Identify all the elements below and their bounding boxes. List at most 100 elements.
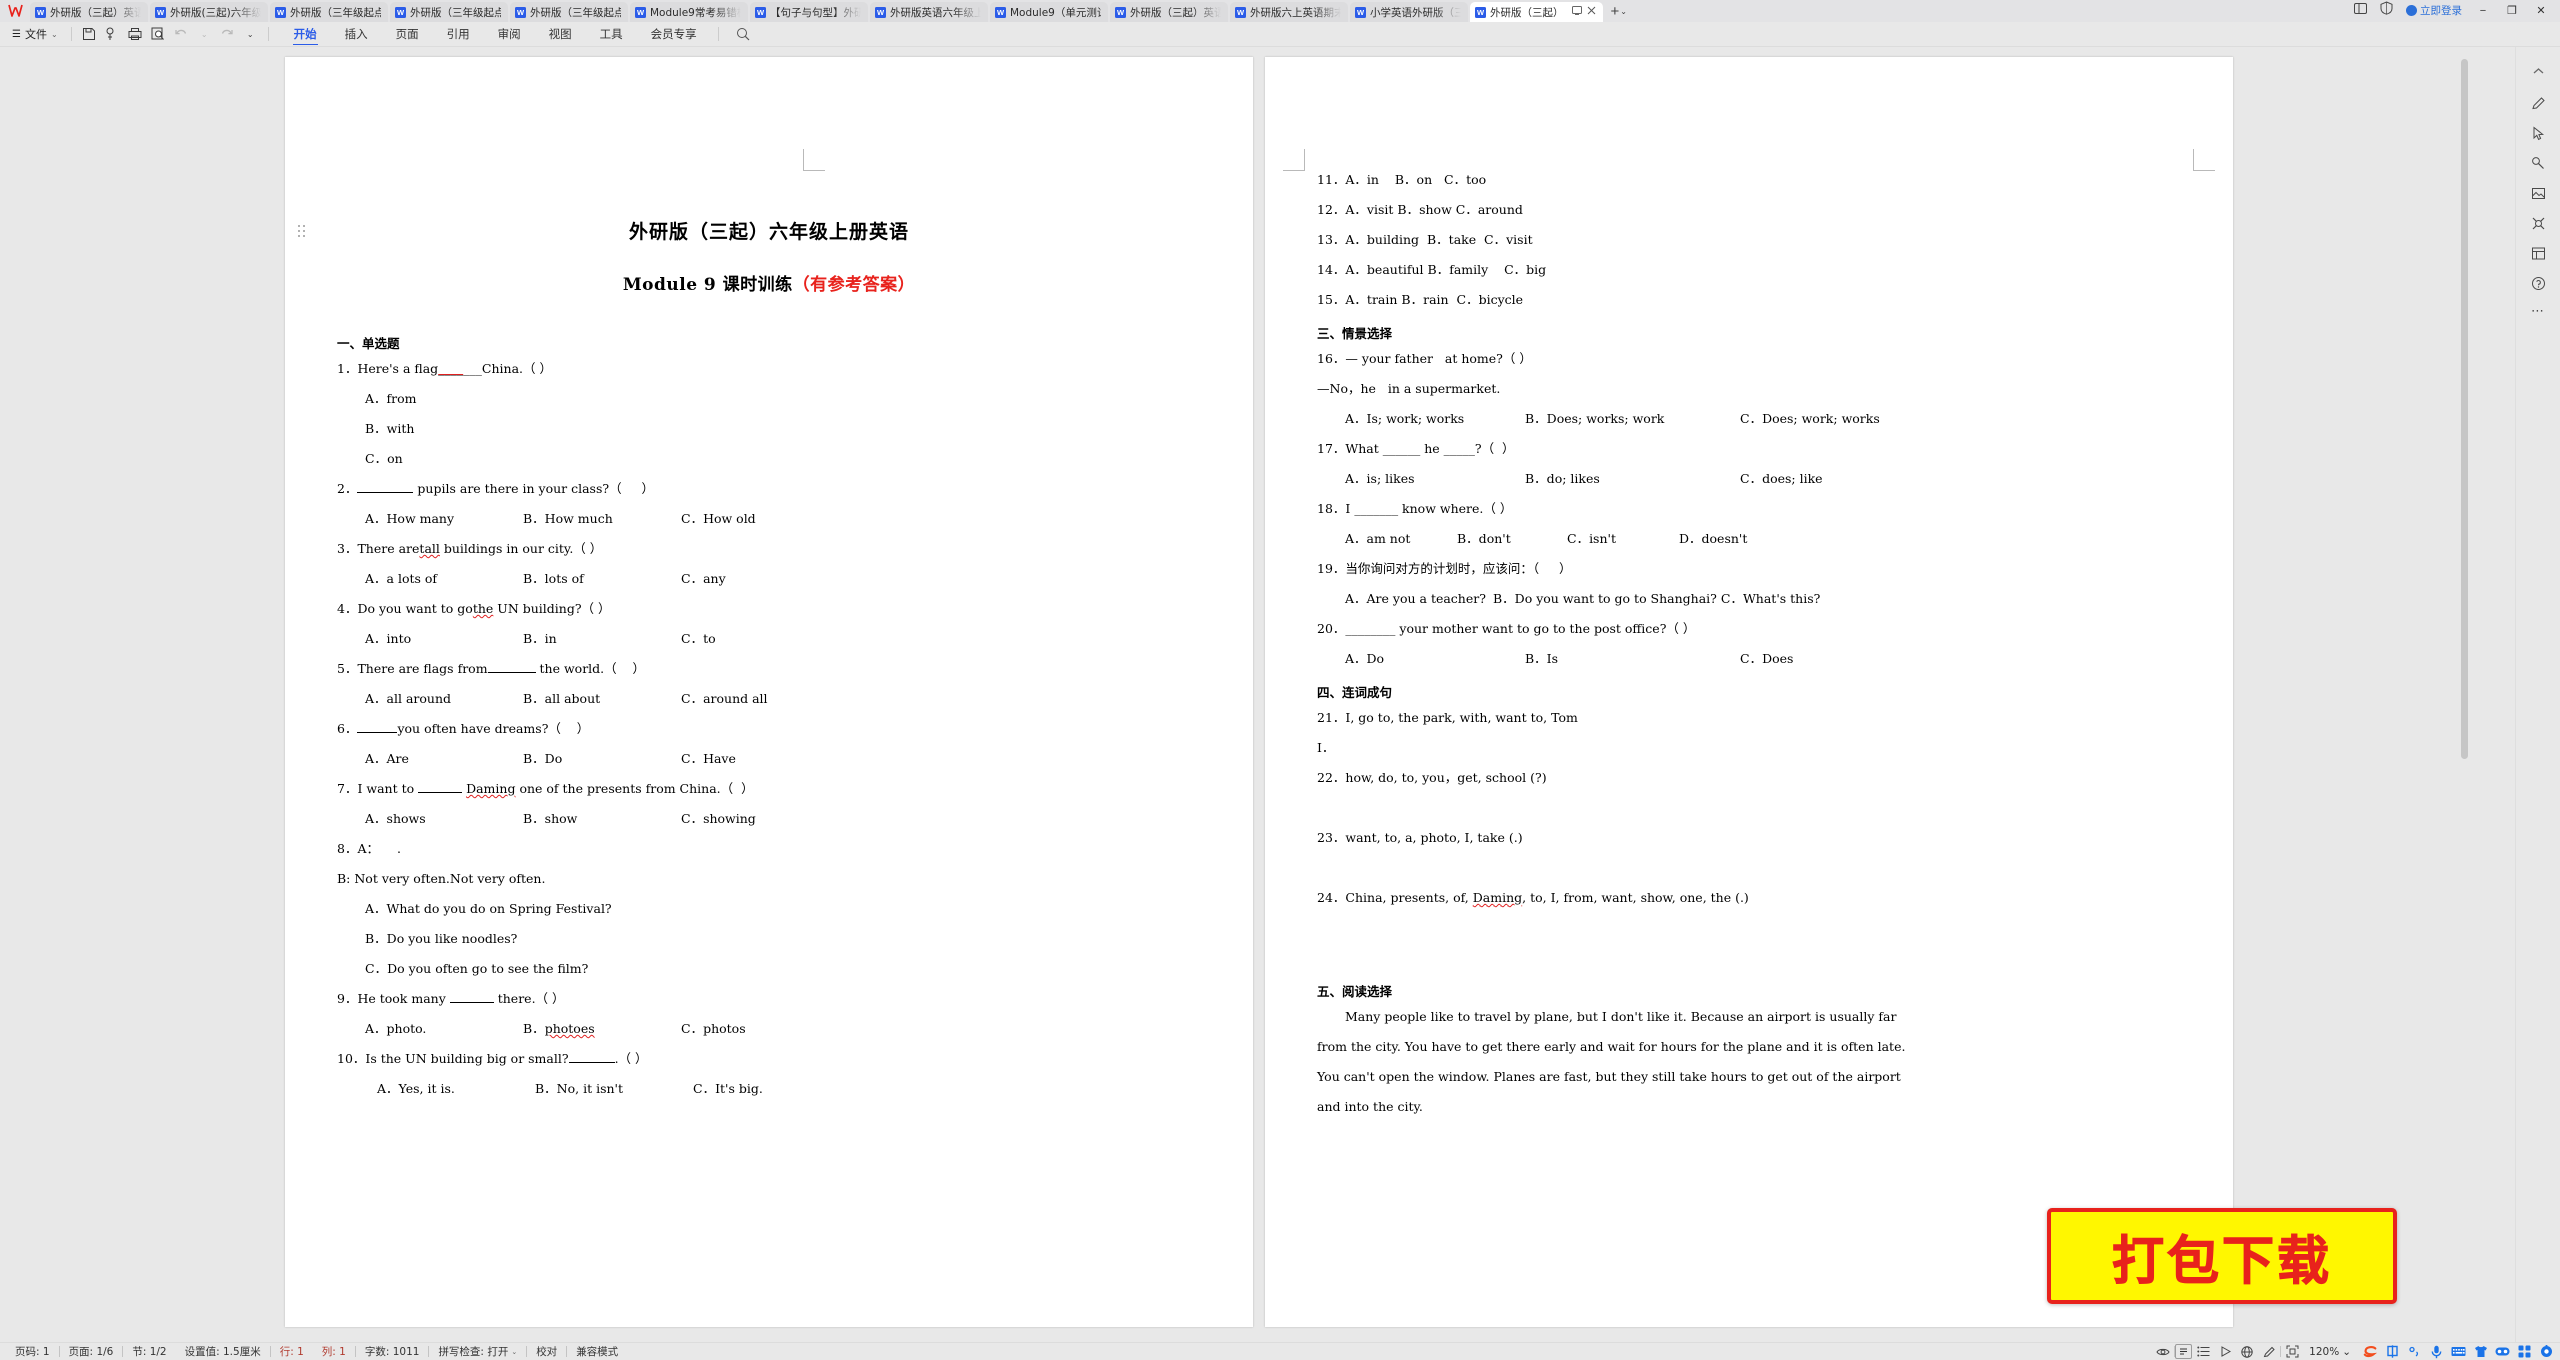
tab-label: 外研版(三起)六年级英 [170, 6, 261, 19]
tab-label: 外研版（三起） [1490, 6, 1564, 19]
document-tab[interactable]: W 外研版（三起）英语六 [30, 2, 148, 22]
option-row: A．all around B．all about C．around all [365, 691, 768, 706]
ribbon-tab-reference[interactable]: 引用 [433, 22, 484, 46]
question-4: 4．Do you want to gothe UN building?（ ） [337, 601, 611, 616]
document-tab[interactable]: W 外研版(三起)六年级英 [150, 2, 268, 22]
document-page-1[interactable]: 外研版（三起）六年级上册英语 Module 9 课时训练（有参考答案） 一、单选… [285, 57, 1253, 1327]
zoom-dropdown-icon[interactable]: ⌄ [2342, 1346, 2357, 1358]
ribbon-tab-page[interactable]: 页面 [382, 22, 433, 46]
maximize-button[interactable]: ❐ [2504, 4, 2520, 17]
vertical-scrollbar[interactable] [2460, 59, 2469, 1329]
ribbon-tab-view[interactable]: 视图 [535, 22, 586, 46]
document-page-2[interactable]: 11．A．in B．on C．too 12．A．visit B．show C．a… [1265, 57, 2233, 1327]
redo-icon[interactable] [217, 25, 238, 44]
status-line[interactable]: 行: 1 [271, 1344, 313, 1359]
cursor-select-icon[interactable] [2523, 119, 2553, 147]
status-compatibility-mode[interactable]: 兼容模式 [567, 1344, 627, 1359]
document-tab[interactable]: W 【句子与句型】外研版 [750, 2, 868, 22]
chart-icon[interactable] [2523, 239, 2553, 267]
save-icon[interactable] [79, 25, 100, 44]
page-drag-handle[interactable] [298, 225, 308, 239]
help-icon[interactable] [2523, 269, 2553, 297]
new-tab-button[interactable]: + ⌄ [1605, 3, 1631, 22]
document-tab[interactable]: W 外研版（三年级起点） [270, 2, 388, 22]
document-tab[interactable]: W Module9（单元测试） [990, 2, 1108, 22]
chinese-input-icon[interactable] [2385, 1344, 2400, 1359]
option-row: A．Yes, it is. B．No, it isn't C．It's big. [377, 1081, 763, 1096]
print-icon[interactable] [125, 25, 146, 44]
status-section[interactable]: 节: 1/2 [123, 1344, 175, 1359]
minimize-button[interactable]: − [2475, 5, 2491, 17]
option-row: A．How many B．How much C．How old [365, 511, 756, 526]
ribbon-tab-vip[interactable]: 会员专享 [637, 22, 711, 46]
tab-cast-icon[interactable] [1571, 6, 1582, 18]
document-tab-active[interactable]: W 外研版（三起） [1470, 2, 1603, 22]
document-tab[interactable]: W 外研版（三年级起点） [510, 2, 628, 22]
download-stamp-overlay[interactable]: 打包下载 [2047, 1208, 2397, 1304]
undo-icon[interactable] [171, 25, 192, 44]
outline-view-icon[interactable] [2192, 1343, 2214, 1360]
tshirt-icon[interactable] [2473, 1344, 2488, 1359]
punctuation-icon[interactable] [2407, 1344, 2422, 1359]
crop-mark [803, 149, 825, 171]
document-tab[interactable]: W Module9常考易错检测 [630, 2, 748, 22]
status-column[interactable]: 列: 1 [313, 1344, 355, 1359]
question-6: 6． you often have dreams?（ ） [337, 721, 590, 736]
zoom-level[interactable]: 120% [2303, 1346, 2342, 1358]
split-view-icon[interactable] [2354, 2, 2367, 20]
divider [70, 27, 72, 41]
more-dropdown-icon[interactable]: ⌄ [240, 25, 261, 44]
status-spellcheck[interactable]: 拼写检查: 打开 ⌄ [429, 1344, 526, 1359]
document-tab[interactable]: W 外研版六上英语期末复 [1230, 2, 1348, 22]
document-tab[interactable]: W 外研版英语六年级上册 [870, 2, 988, 22]
shapes-icon[interactable] [2523, 209, 2553, 237]
close-button[interactable]: ✕ [2533, 4, 2549, 17]
file-menu-button[interactable]: ☰ 文件 ⌄ [6, 26, 64, 42]
ribbon-tab-tools[interactable]: 工具 [586, 22, 637, 46]
eye-icon[interactable] [2152, 1343, 2174, 1360]
rail-more-button[interactable]: ⋯ [2531, 303, 2545, 319]
crop-mark [1283, 149, 1305, 171]
highlight-icon[interactable] [2523, 149, 2553, 177]
document-tab[interactable]: W 外研版（三年级起点） [390, 2, 508, 22]
undo-dropdown-icon[interactable]: ⌄ [194, 25, 215, 44]
sogou-logo-icon[interactable] [2363, 1344, 2378, 1359]
collapse-rail-icon[interactable] [2523, 57, 2553, 85]
shield-icon[interactable] [2380, 1, 2393, 20]
status-word-count[interactable]: 字数: 1011 [356, 1344, 429, 1359]
fullscreen-icon[interactable] [2281, 1343, 2303, 1360]
keyboard-icon[interactable] [2451, 1344, 2466, 1359]
doc-title-line1: 外研版（三起）六年级上册英语 [628, 221, 909, 243]
pen-icon[interactable] [2258, 1343, 2280, 1360]
status-page-number[interactable]: 页码: 1 [6, 1344, 59, 1359]
ribbon-tab-review[interactable]: 审阅 [484, 22, 535, 46]
status-setting-value[interactable]: 设置值: 1.5厘米 [176, 1344, 270, 1359]
picture-icon[interactable] [2523, 179, 2553, 207]
page-view-icon[interactable] [2175, 1344, 2193, 1359]
divider [717, 27, 719, 41]
ribbon-tab-insert[interactable]: 插入 [331, 22, 382, 46]
new-tab-plus-icon: + [1610, 3, 1620, 20]
edit-pen-icon[interactable] [2523, 89, 2553, 117]
settings-icon[interactable] [2539, 1344, 2554, 1359]
option: A．What do you do on Spring Festival? [365, 901, 612, 916]
document-tab[interactable]: W 小学英语外研版（三起 [1350, 2, 1468, 22]
document-tab[interactable]: W 外研版（三起）英语六 [1110, 2, 1228, 22]
web-view-icon[interactable] [2236, 1343, 2258, 1360]
presentation-icon[interactable] [2214, 1343, 2236, 1360]
search-icon[interactable] [726, 27, 760, 41]
tab-close-icon[interactable] [1587, 6, 1596, 18]
search-doc-icon[interactable] [148, 25, 169, 44]
cloze-item-15: 15．A．train B．rain C．bicycle [1317, 292, 1524, 307]
emoji-icon[interactable] [2495, 1344, 2510, 1359]
status-page-count[interactable]: 页面: 1/6 [60, 1344, 123, 1359]
question-23: 23．want, to, a, photo, I, take (.) [1317, 830, 1523, 845]
ribbon-tab-home[interactable]: 开始 [280, 22, 331, 46]
apps-icon[interactable] [2517, 1344, 2532, 1359]
status-proofread[interactable]: 校对 [527, 1344, 566, 1359]
login-button[interactable]: 立即登录 [2406, 3, 2462, 18]
microphone-icon[interactable] [2429, 1344, 2444, 1359]
print-preview-icon[interactable] [102, 25, 123, 44]
scrollbar-thumb[interactable] [2461, 59, 2468, 759]
option-row: A．photo. B．photoes C．photos [365, 1021, 746, 1036]
